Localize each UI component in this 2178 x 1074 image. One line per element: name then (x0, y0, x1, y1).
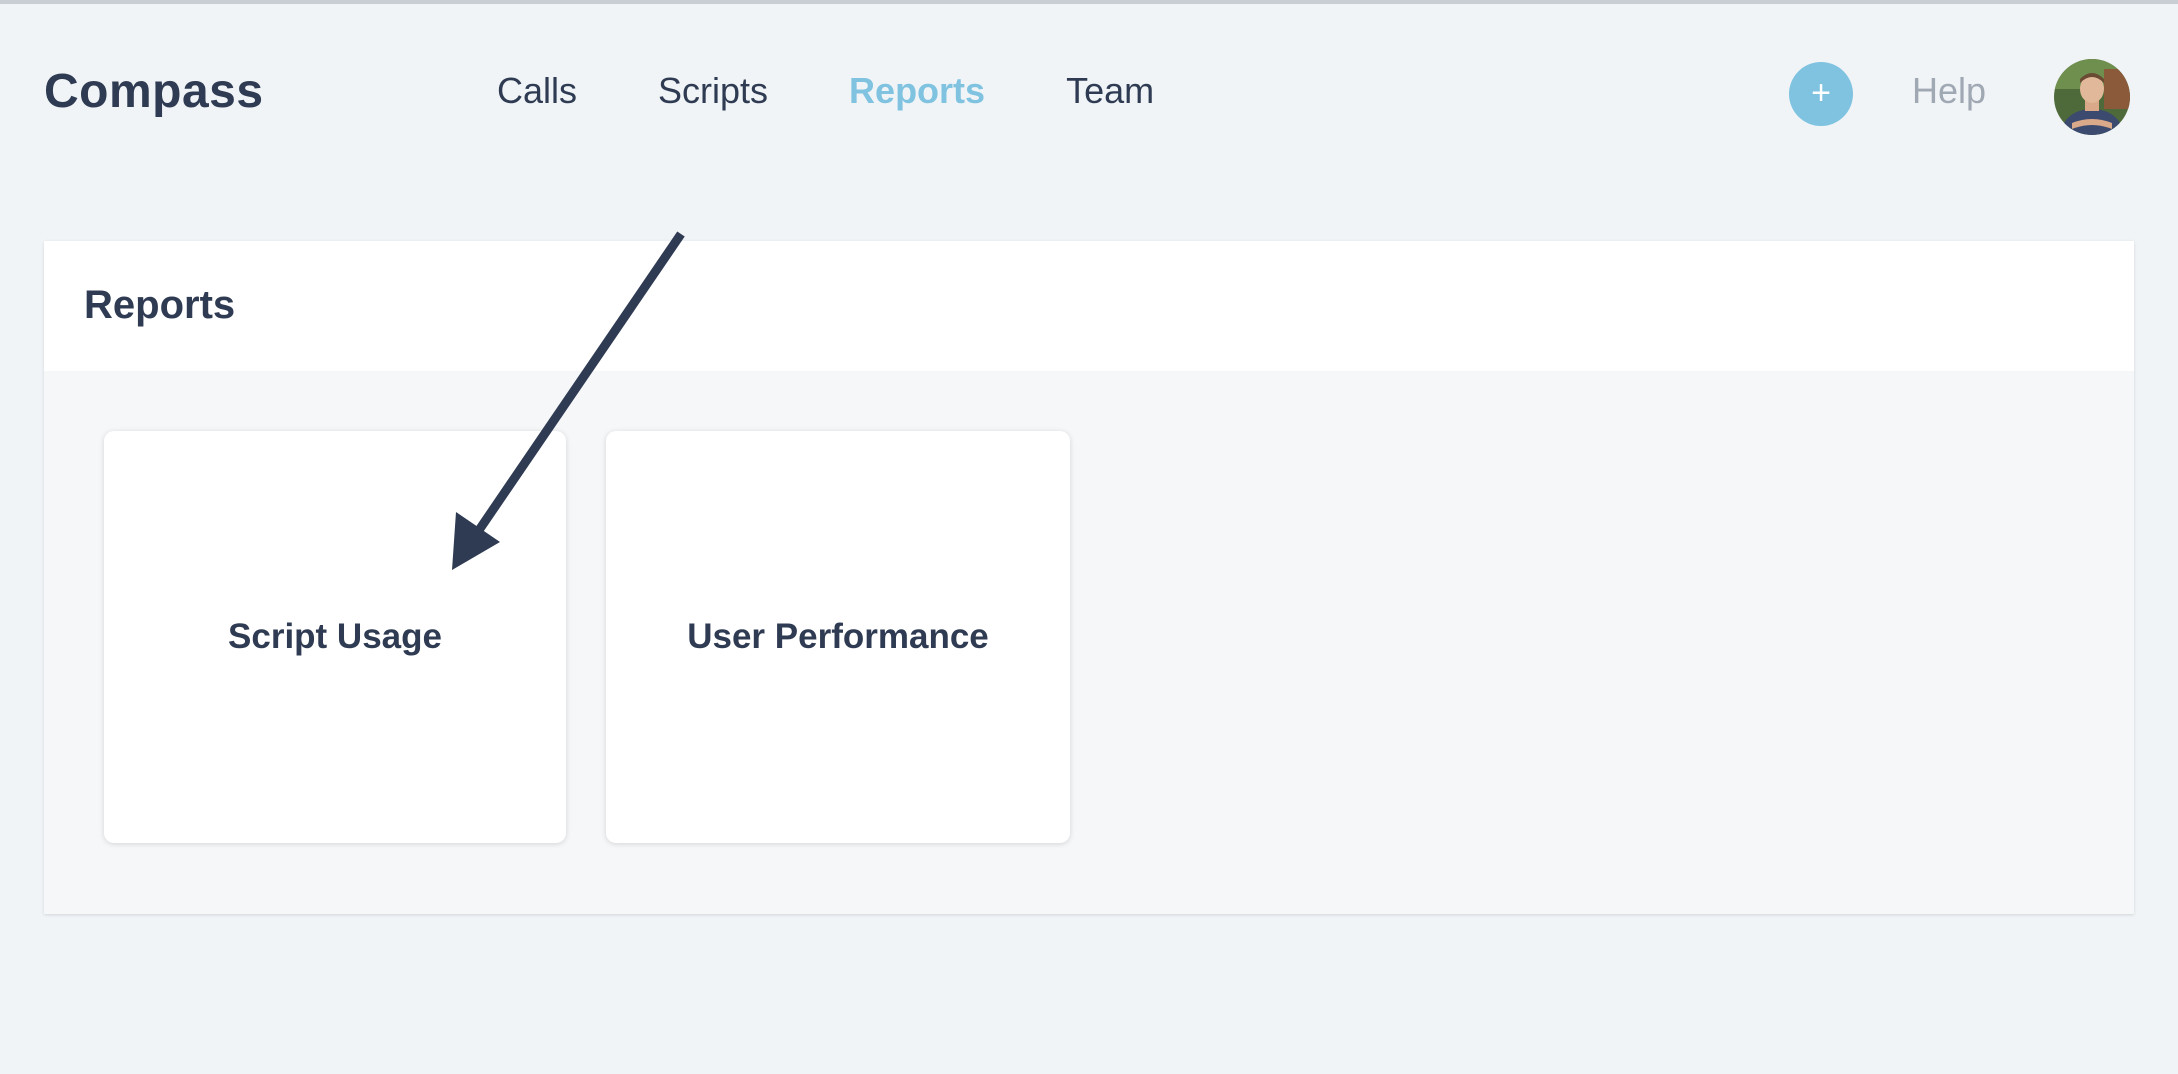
report-card-label: User Performance (687, 617, 989, 656)
nav-item-reports[interactable]: Reports (849, 70, 985, 112)
page-title: Reports (84, 283, 236, 327)
reports-panel: Reports Script Usage User Performance (44, 241, 2134, 914)
reports-panel-header: Reports (44, 241, 2134, 371)
report-card-script-usage[interactable]: Script Usage (104, 431, 566, 843)
top-navigation-bar: Compass Calls Scripts Reports Team + Hel… (0, 4, 2178, 180)
main-nav: Calls Scripts Reports Team (497, 70, 1235, 112)
report-card-label: Script Usage (228, 617, 442, 656)
app-logo-text[interactable]: Compass (44, 64, 264, 119)
report-card-user-performance[interactable]: User Performance (606, 431, 1070, 843)
nav-item-team[interactable]: Team (1066, 70, 1154, 112)
nav-item-scripts[interactable]: Scripts (658, 70, 768, 112)
nav-item-calls[interactable]: Calls (497, 70, 577, 112)
user-avatar[interactable] (2054, 59, 2130, 135)
add-button[interactable]: + (1789, 62, 1853, 126)
help-link[interactable]: Help (1912, 70, 1986, 112)
avatar-photo-icon (2054, 59, 2130, 135)
